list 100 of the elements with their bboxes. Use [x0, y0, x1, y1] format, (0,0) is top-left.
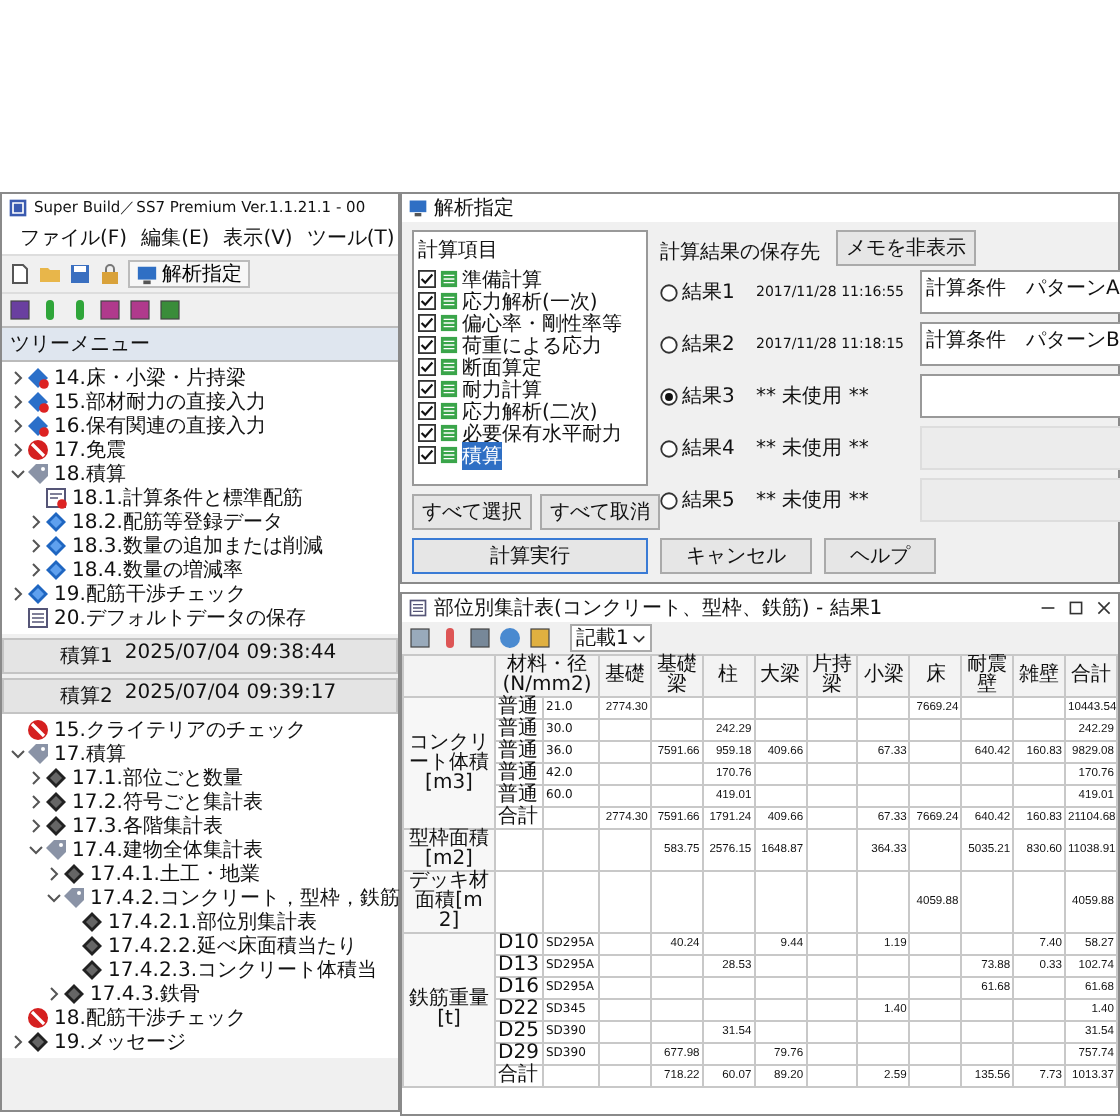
list-button[interactable]: すべて選択: [412, 494, 532, 530]
list-item[interactable]: 荷重による応力: [462, 331, 602, 359]
tree-item[interactable]: 17.4.2.1.部位別集計表: [80, 908, 318, 936]
table-cell: 普通: [495, 785, 543, 807]
checkbox[interactable]: [418, 270, 436, 288]
tree-item[interactable]: 18.2.配筋等登録データ: [44, 508, 283, 536]
tree-item[interactable]: 17.積算: [26, 740, 126, 768]
group-label: コンクリート体積[m3]: [403, 697, 495, 829]
column-header: 合計: [1065, 655, 1117, 697]
checkbox[interactable]: [418, 358, 436, 376]
checkbox[interactable]: [418, 402, 436, 420]
tree-item[interactable]: 17.1.部位ごと数量: [44, 764, 243, 792]
tree-item[interactable]: 17.4.3.鉄骨: [62, 980, 200, 1008]
memo-field[interactable]: 計算条件 パターンA: [920, 270, 1120, 314]
tag-icon: [62, 886, 86, 910]
tree-item[interactable]: 18.積算: [26, 460, 126, 488]
memo-field[interactable]: 計算条件 パターンB: [920, 322, 1120, 366]
tree-item[interactable]: 15.部材耐力の直接入力: [26, 388, 266, 416]
tree-item[interactable]: 18.4.数量の増減率: [44, 556, 243, 584]
hide-memo-button[interactable]: メモを非表示: [836, 230, 976, 266]
radio-button[interactable]: [660, 283, 678, 301]
menu-item[interactable]: 表示(V): [221, 224, 295, 252]
grid-icon: [440, 446, 458, 464]
close-icon[interactable]: [1096, 600, 1112, 616]
table-cell: D16: [495, 977, 543, 999]
tree-item[interactable]: 17.免震: [26, 436, 126, 464]
memo-field[interactable]: [920, 374, 1120, 418]
tree-item[interactable]: 17.4.建物全体集計表: [44, 836, 263, 864]
grid-icon: [440, 270, 458, 288]
result-header[interactable]: 積算2 2025/07/04 09:39:17: [2, 678, 398, 714]
list-item[interactable]: 断面算定: [462, 353, 542, 381]
tree-item[interactable]: 14.床・小梁・片持梁: [26, 364, 246, 392]
maximize-icon[interactable]: [1068, 600, 1084, 616]
lock-icon[interactable]: [98, 262, 122, 286]
tree-item[interactable]: 18.1.計算条件と標準配筋: [44, 484, 303, 512]
dialog-button[interactable]: ヘルプ: [824, 538, 936, 574]
save-icon[interactable]: [68, 262, 92, 286]
sheet-icon: [44, 486, 68, 510]
column-header: 柱: [702, 655, 755, 697]
table-cell: 合計: [495, 1065, 543, 1087]
list-item[interactable]: 必要保有水平耐力: [462, 419, 622, 447]
prohibited-icon: [26, 1006, 50, 1030]
dropdown[interactable]: 記載1: [570, 624, 653, 652]
grid-icon: [440, 380, 458, 398]
table-cell: 普通: [495, 719, 543, 741]
menu-item[interactable]: ツール(T): [304, 224, 397, 252]
list-item[interactable]: 準備計算: [462, 265, 542, 293]
new-file-icon[interactable]: [8, 262, 32, 286]
tree-item[interactable]: 17.4.2.3.コンクリート体積当: [80, 956, 378, 984]
table-cell: D10: [495, 933, 543, 955]
group-label: デッキ材面積[m2]: [403, 871, 495, 933]
tree-item[interactable]: 15.クライテリアのチェック: [26, 716, 306, 744]
table-cell: D22: [495, 999, 543, 1021]
radio-label: 結果3: [682, 384, 735, 410]
checkbox[interactable]: [418, 380, 436, 398]
tree-item[interactable]: 17.2.符号ごと集計表: [44, 788, 263, 816]
table-cell: 普通: [495, 763, 543, 785]
tree-item[interactable]: 17.4.2.2.延べ床面積当たり: [80, 932, 358, 960]
grid-icon: [440, 358, 458, 376]
tree-item[interactable]: 16.保有関連の直接入力: [26, 412, 266, 440]
checkbox[interactable]: [418, 314, 436, 332]
tree-item[interactable]: 17.3.各階集計表: [44, 812, 223, 840]
dialog-button[interactable]: キャンセル: [660, 538, 812, 574]
analysis-settings-button[interactable]: 解析指定: [128, 260, 250, 288]
tree-item[interactable]: 17.4.1.土工・地業: [62, 860, 260, 888]
checkbox[interactable]: [418, 336, 436, 354]
list-button[interactable]: すべて取消: [540, 494, 660, 530]
column-header: 片持梁: [806, 655, 858, 697]
list-item[interactable]: 積算: [462, 441, 502, 469]
checkbox[interactable]: [418, 292, 436, 310]
group-label: 鉄筋重量[t]: [403, 933, 495, 1087]
prohibited-icon: [26, 438, 50, 462]
menu-item[interactable]: 編集(E): [139, 224, 212, 252]
radio-label: 結果2: [682, 332, 735, 358]
list-item[interactable]: 応力解析(二次): [462, 397, 598, 425]
tree-item[interactable]: 20.デフォルトデータの保存: [26, 604, 306, 632]
checkbox[interactable]: [418, 424, 436, 442]
tree-item[interactable]: 18.配筋干渉チェック: [26, 1004, 246, 1032]
radio-button[interactable]: [660, 387, 678, 405]
tree-item[interactable]: 19.配筋干渉チェック: [26, 580, 246, 608]
list-item[interactable]: 応力解析(一次): [462, 287, 598, 315]
tree-item[interactable]: 19.メッセージ: [26, 1028, 186, 1056]
result-date: ** 未使用 **: [756, 487, 871, 514]
grid-icon: [440, 402, 458, 420]
column-header: 大梁: [754, 655, 807, 697]
column-header: 基礎: [599, 655, 651, 697]
table-cell: 普通: [495, 741, 543, 763]
tree-item[interactable]: 17.4.2.コンクリート，型枠，鉄筋: [62, 884, 400, 912]
radio-button[interactable]: [660, 335, 678, 353]
radio-label: 結果5: [682, 488, 735, 514]
list-item[interactable]: 耐力計算: [462, 375, 542, 403]
tag-icon: [26, 742, 50, 766]
result-header[interactable]: 積算1 2025/07/04 09:38:44: [2, 638, 398, 674]
dialog-button[interactable]: 計算実行: [412, 538, 648, 574]
column-header: 小梁: [857, 655, 910, 697]
menu-item[interactable]: ファイル(F): [18, 224, 130, 252]
list-item[interactable]: 偏心率・剛性率等: [462, 309, 622, 337]
column-header: 基礎梁: [650, 655, 703, 697]
tree-item[interactable]: 18.3.数量の追加または削減: [44, 532, 323, 560]
checkbox[interactable]: [418, 446, 436, 464]
